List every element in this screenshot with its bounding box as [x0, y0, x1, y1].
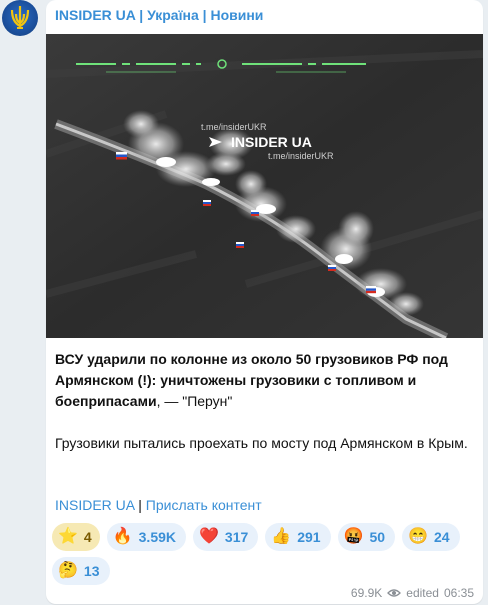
channel-avatar[interactable] — [2, 0, 38, 36]
message-meta: 69.9K edited 06:35 — [351, 586, 474, 600]
reaction-count: 3.59K — [138, 529, 176, 545]
thinking-face-icon: 🤔 — [58, 562, 78, 579]
trident-icon — [10, 6, 30, 29]
reaction-star[interactable]: ⭐ 4 — [52, 523, 100, 551]
view-count: 69.9K — [350, 586, 383, 600]
channel-link[interactable]: INSIDER UA — [55, 497, 134, 513]
thumbs-up-icon: 👍 — [271, 528, 292, 545]
reaction-thinking[interactable]: 🤔 13 — [52, 557, 110, 585]
link-separator: | — [138, 497, 142, 513]
watermark-small-2: t.me/insiderUKR — [268, 151, 334, 161]
fire-icon: 🔥 — [112, 528, 133, 545]
reaction-heart[interactable]: ❤️ 317 — [193, 523, 259, 551]
post-links: INSIDER UA | Прислать контент — [55, 497, 262, 513]
message-bubble: INSIDER UA | Україна | Новини t.me/insid… — [46, 0, 483, 604]
reaction-count: 317 — [224, 529, 249, 545]
reaction-thumbs-up[interactable]: 👍 291 — [265, 523, 331, 551]
post-headline-suffix: , — "Перун" — [156, 393, 233, 409]
angry-face-icon: 🤬 — [343, 528, 364, 545]
message-time: 06:35 — [443, 586, 474, 600]
grinning-face-icon: 😁 — [408, 528, 428, 545]
reaction-count: 50 — [369, 529, 386, 545]
reaction-grin[interactable]: 😁 24 — [402, 523, 460, 551]
reaction-count: 291 — [297, 529, 321, 545]
watermark-main: INSIDER UA — [231, 134, 312, 150]
channel-name[interactable]: INSIDER UA | Україна | Новини — [55, 7, 263, 23]
reactions-bar: ⭐ 4 🔥 3.59K ❤️ 317 👍 291 🤬 50 😁 24 🤔 13 — [52, 523, 472, 585]
reaction-angry[interactable]: 🤬 50 — [337, 523, 396, 551]
reaction-count: 24 — [433, 529, 450, 545]
eye-icon — [387, 589, 402, 597]
reaction-count: 13 — [83, 563, 100, 579]
star-icon: ⭐ — [58, 528, 78, 545]
post-body: Грузовики пытались проехать по мосту под… — [55, 435, 468, 451]
post-headline: ВСУ ударили по колонне из около 50 грузо… — [55, 351, 448, 409]
watermark-small-1: t.me/insiderUKR — [201, 122, 267, 132]
edited-label: edited — [406, 586, 439, 600]
reaction-count: 4 — [83, 529, 92, 545]
reaction-fire[interactable]: 🔥 3.59K — [106, 523, 186, 551]
video-thumbnail[interactable]: t.me/insiderUKR INSIDER UA t.me/insiderU… — [46, 34, 483, 338]
heart-icon: ❤️ — [199, 528, 219, 545]
submit-content-link[interactable]: Прислать контент — [146, 497, 262, 513]
post-text: ВСУ ударили по колонне из около 50 грузо… — [55, 349, 475, 454]
